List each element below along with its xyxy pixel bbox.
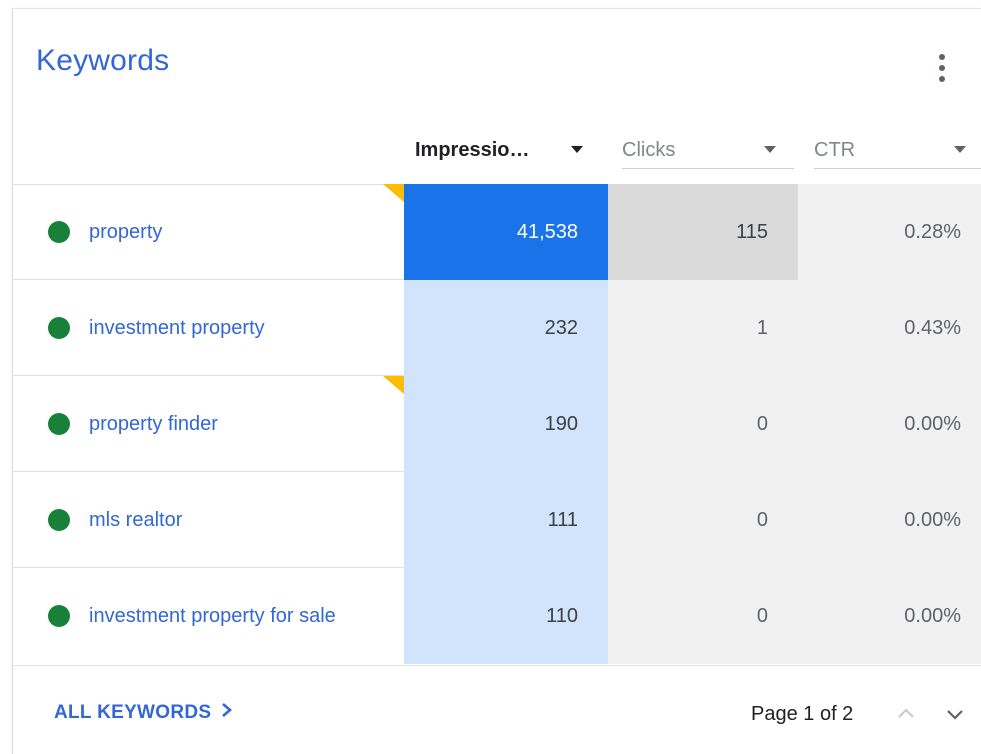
- all-keywords-link[interactable]: ALL KEYWORDS: [54, 702, 233, 724]
- pagination-text: Page 1 of 2: [751, 703, 854, 725]
- clicks-cell: 0: [608, 568, 798, 664]
- status-active-icon: [48, 605, 70, 627]
- table-row[interactable]: mls realtor 111 0 0.00%: [12, 471, 981, 568]
- chevron-up-icon[interactable]: [893, 700, 919, 728]
- clicks-cell: 0: [608, 472, 798, 568]
- column-header-impressions[interactable]: Impressio…: [415, 132, 597, 168]
- impressions-cell: 111: [404, 472, 608, 568]
- keyword-link[interactable]: investment property: [89, 312, 265, 344]
- dropdown-arrow-icon: [954, 146, 966, 153]
- impressions-cell: 232: [404, 280, 608, 376]
- keyword-cell: investment property: [48, 280, 388, 376]
- status-active-icon: [48, 413, 70, 435]
- column-header-label: Impressio…: [415, 138, 530, 161]
- status-active-icon: [48, 509, 70, 531]
- status-active-icon: [48, 221, 70, 243]
- more-vert-icon[interactable]: [930, 48, 954, 88]
- ctr-cell: 0.00%: [798, 472, 981, 568]
- table-bottom-divider: [12, 665, 981, 666]
- sort-dropdown-icon: [571, 146, 583, 153]
- column-header-ctr[interactable]: CTR: [814, 132, 981, 169]
- keywords-table: property 41,538 115 0.28% investment pro…: [12, 184, 981, 664]
- flag-corner-icon: [383, 376, 404, 394]
- keyword-cell: property finder: [48, 376, 388, 472]
- clicks-cell: 115: [608, 184, 798, 280]
- clicks-cell: 0: [608, 376, 798, 472]
- menu-dot: [939, 76, 945, 82]
- menu-dot: [939, 65, 945, 71]
- ctr-cell: 0.28%: [798, 184, 981, 280]
- impressions-cell: 190: [404, 376, 608, 472]
- table-row[interactable]: investment property for sale 110 0 0.00%: [12, 567, 981, 664]
- column-header-label: Clicks: [622, 138, 676, 161]
- chevron-down-icon[interactable]: [942, 700, 968, 728]
- status-active-icon: [48, 317, 70, 339]
- flag-corner-icon: [383, 184, 404, 202]
- menu-dot: [939, 54, 945, 60]
- all-keywords-label: ALL KEYWORDS: [54, 702, 212, 723]
- ctr-cell: 0.00%: [798, 568, 981, 664]
- card-title: Keywords: [36, 44, 170, 77]
- table-row[interactable]: investment property 232 1 0.43%: [12, 279, 981, 376]
- keyword-link[interactable]: mls realtor: [89, 504, 182, 536]
- dropdown-arrow-icon: [764, 146, 776, 153]
- impressions-cell: 41,538: [404, 184, 608, 280]
- impressions-cell: 110: [404, 568, 608, 664]
- header-underline: [622, 168, 794, 169]
- keyword-link[interactable]: investment property for sale: [89, 600, 359, 632]
- table-row[interactable]: property finder 190 0 0.00%: [12, 375, 981, 472]
- keyword-cell: property: [48, 184, 388, 280]
- keyword-cell: investment property for sale: [48, 568, 388, 664]
- column-header-clicks[interactable]: Clicks: [622, 132, 794, 169]
- column-header-label: CTR: [814, 138, 856, 161]
- ctr-cell: 0.00%: [798, 376, 981, 472]
- keyword-link[interactable]: property finder: [89, 408, 218, 440]
- ctr-cell: 0.43%: [798, 280, 981, 376]
- header-underline: [814, 168, 981, 169]
- keyword-link[interactable]: property: [89, 216, 162, 248]
- table-row[interactable]: property 41,538 115 0.28%: [12, 184, 981, 280]
- keyword-cell: mls realtor: [48, 472, 388, 568]
- chevron-right-icon: [221, 702, 233, 724]
- clicks-cell: 1: [608, 280, 798, 376]
